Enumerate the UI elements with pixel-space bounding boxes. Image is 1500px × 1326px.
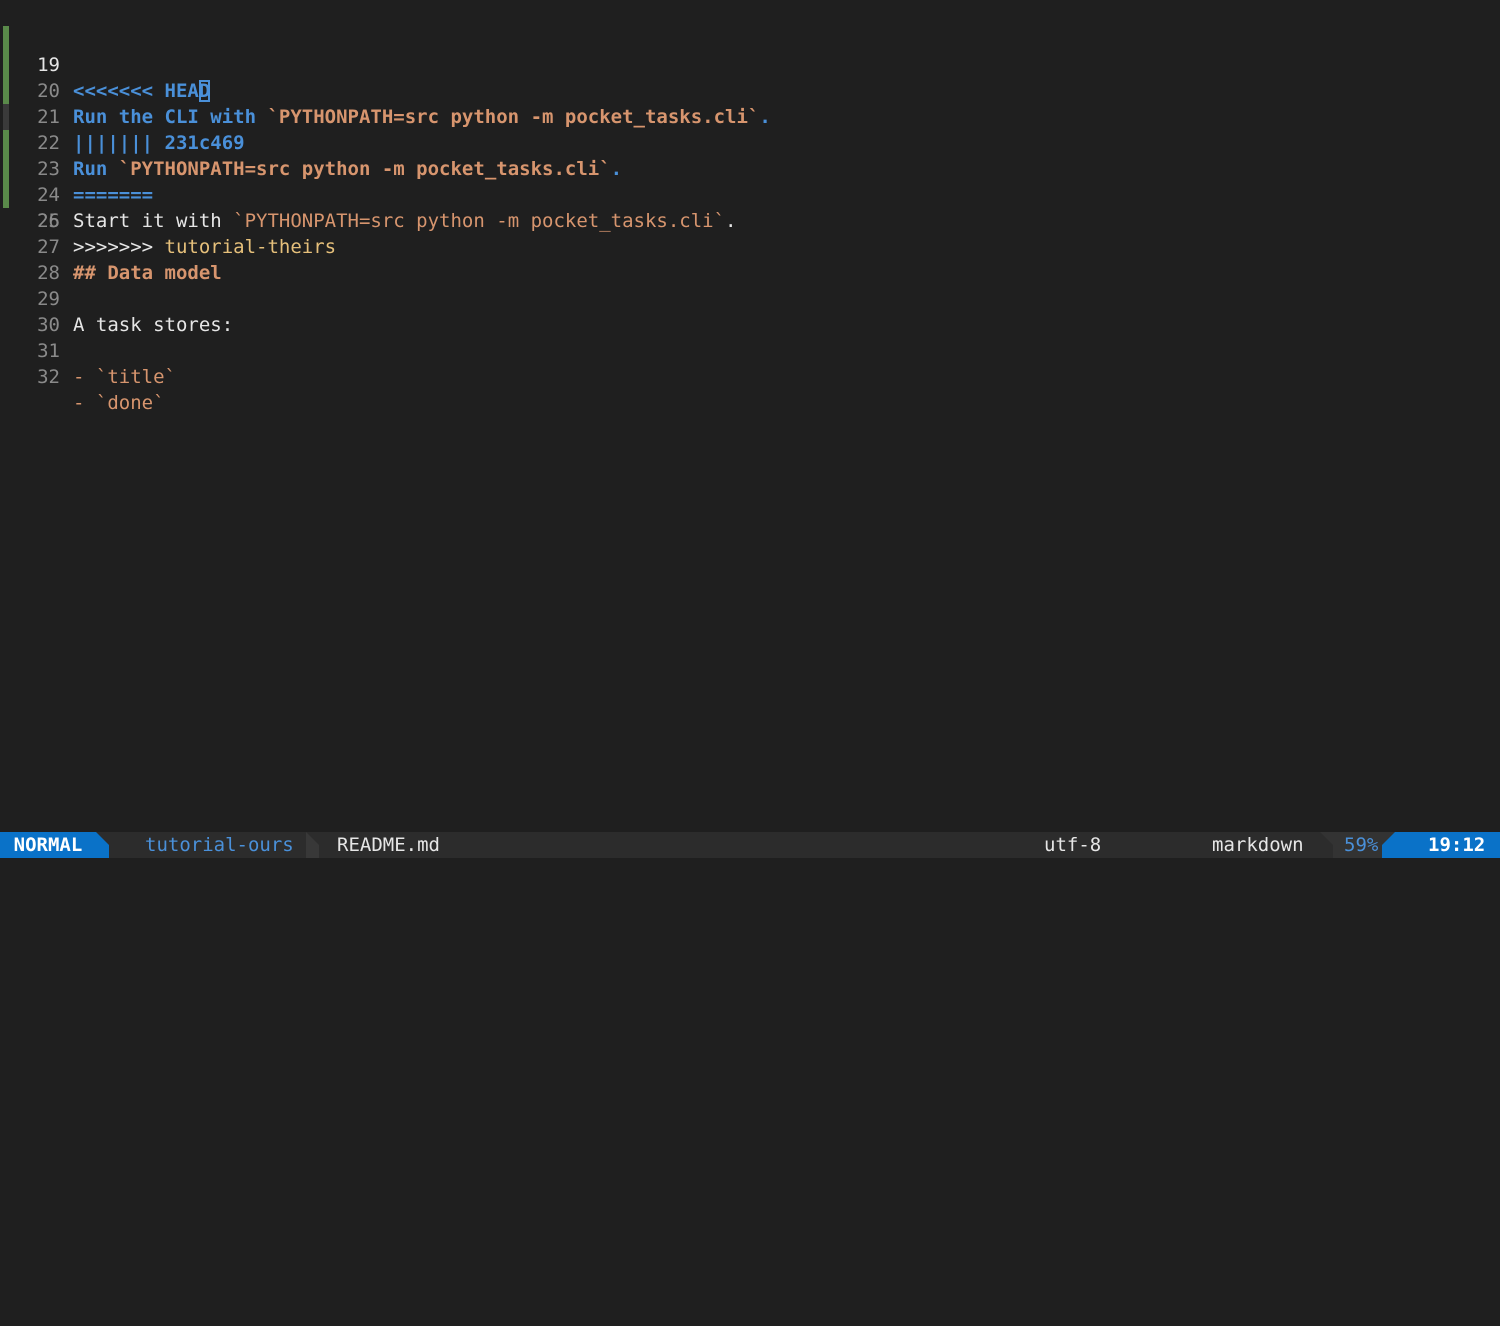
scroll-percent: 59% [1344,834,1379,856]
editor-line[interactable]: 26 [0,182,1500,232]
editor-line[interactable]: 31 - `title` [0,312,1500,388]
file-type: markdown [1212,834,1304,856]
list-bullet: - [73,366,96,388]
editor-line[interactable]: 23 ======= [0,104,1500,206]
editor-line[interactable]: 27 ## Data model [0,208,1500,284]
command-line[interactable] [0,858,1500,885]
file-encoding: utf-8 [1044,834,1102,856]
line-number: 32 [37,366,60,388]
editor-line[interactable]: 20 Run the CLI with `PYTHONPATH=src pyth… [0,26,1500,128]
editor-line[interactable]: 29 A task stores: [0,260,1500,336]
git-branch-name: tutorial-ours [145,834,294,856]
editor-line[interactable]: 19 <<<<<<< HEAD [0,0,1500,102]
editor-line[interactable]: 22 Run `PYTHONPATH=src python -m pocket_… [0,78,1500,180]
editor-line[interactable]: 28 [0,234,1500,284]
inline-code: `done` [95,392,165,414]
status-line: NORMAL tutorial-ours README.md utf-8 mar… [0,832,1500,884]
editor-line[interactable]: 24 Start it with `PYTHONPATH=src python … [0,130,1500,232]
inline-code: `title` [95,366,176,388]
cursor-position: 19:12 [1428,834,1486,856]
editor-line[interactable]: 32 - `done` [0,338,1500,414]
editor-line[interactable]: 21 ||||||| 231c469 [0,52,1500,154]
mode-indicator: NORMAL [0,832,96,858]
file-name: README.md [337,834,440,856]
list-item: - `title` [73,364,176,390]
editor-line[interactable]: 25 >>>>>>> tutorial-theirs [0,156,1500,258]
list-item: - `done` [73,390,165,416]
list-bullet: - [73,392,96,414]
editor-buffer[interactable]: 19 <<<<<<< HEAD 20 Run the CLI with `PYT… [0,0,1500,831]
editor-line[interactable]: 30 [0,286,1500,336]
